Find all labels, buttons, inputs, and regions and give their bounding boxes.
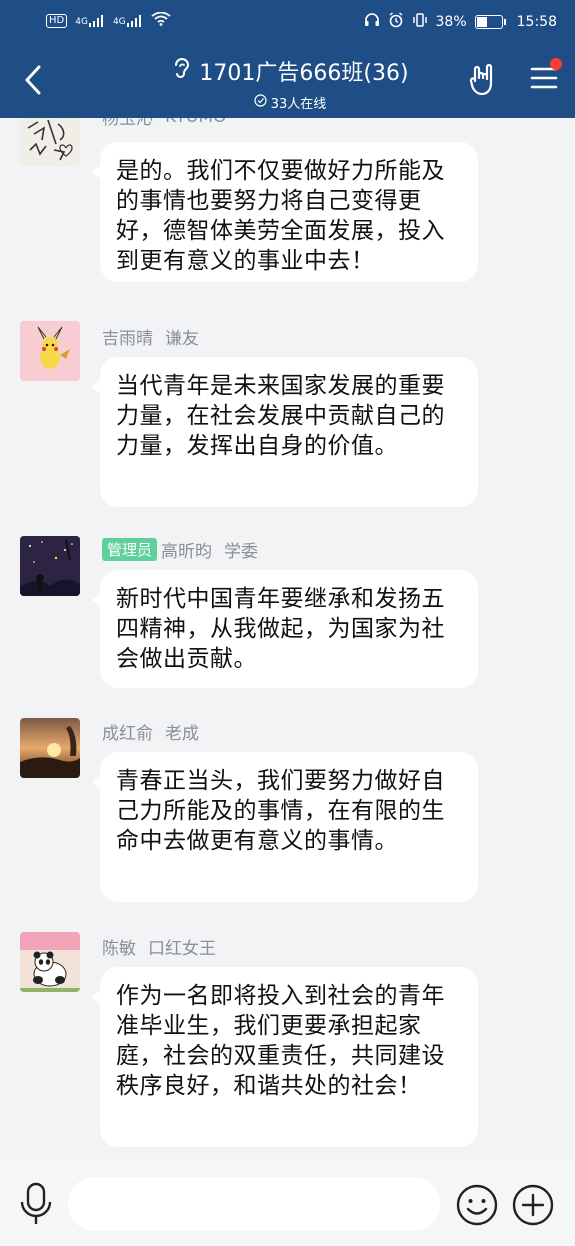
message-bubble[interactable]: 当代青年是未来国家发展的重要力量，在社会发展中贡献自己的力量，发挥出自身的价值。: [92, 357, 478, 507]
signal-icon-1: 4G: [75, 15, 105, 27]
smiley-icon: [456, 1184, 498, 1226]
admin-badge: 管理员: [102, 538, 158, 561]
emoji-button[interactable]: [456, 1184, 498, 1226]
message-text: 是的。我们不仅要做好力所能及的事情也要努力将自己变得更好，德智体美劳全面发展，投…: [116, 158, 445, 274]
sender-nickname: 口红女王: [148, 939, 216, 959]
sender-nickname: 谦友: [165, 329, 199, 349]
message-bubble[interactable]: 青春正当头，我们要努力做好自己力所能及的事情，在有限的生命中去做更有意义的事情。: [92, 752, 478, 902]
back-button[interactable]: [18, 62, 48, 98]
online-check-icon: [254, 94, 267, 111]
message-bubble[interactable]: 新时代中国青年要继承和发扬五四精神，从我做起，为国家为社会做出贡献。: [92, 570, 478, 688]
more-button[interactable]: [512, 1184, 554, 1226]
menu-button[interactable]: [530, 58, 562, 96]
hd-indicator: HD: [46, 14, 68, 28]
sender-name: 吉雨晴: [102, 329, 153, 349]
headphone-icon: [364, 12, 380, 32]
ear-icon: [171, 56, 191, 86]
hand-icon: [469, 63, 493, 96]
avatar[interactable]: [20, 536, 80, 596]
sender-name: 高昕昀: [161, 542, 213, 562]
sender-nickname: 老成: [165, 724, 199, 744]
signal-icon-2: 4G: [113, 15, 143, 27]
back-icon: [25, 65, 41, 95]
status-bar: HD 4G 4G 38% 15:58: [0, 0, 575, 42]
message-text: 作为一名即将投入到社会的青年准毕业生，我们更要承担起家庭，社会的双重责任，共同建…: [116, 983, 445, 1099]
battery-percent: 38%: [435, 14, 467, 30]
microphone-icon: [20, 1182, 52, 1224]
sender-line: 杨玉沁 KYUMO: [102, 118, 226, 129]
voice-button[interactable]: [18, 1182, 54, 1226]
chat-title: 1701广告666班(36): [199, 61, 409, 86]
message-list[interactable]: 杨玉沁 KYUMO 是的。我们不仅要做好力所能及的事情也要努力将自己变得更好，德…: [0, 118, 575, 1158]
message-text: 新时代中国青年要继承和发扬五四精神，从我做起，为国家为社会做出贡献。: [116, 586, 445, 672]
sender-line: 陈敏 口红女王: [102, 934, 216, 959]
alarm-icon: [388, 12, 404, 32]
sender-nickname: KYUMO: [165, 118, 226, 127]
message-input[interactable]: [68, 1177, 440, 1231]
sender-name: 成红俞: [102, 724, 153, 744]
message-text: 青春正当头，我们要努力做好自己力所能及的事情，在有限的生命中去做更有意义的事情。: [116, 768, 445, 854]
sender-name: 陈敏: [102, 939, 136, 959]
chat-header: HD 4G 4G 38% 15:58 1701广告666班(36) 33人在线: [0, 0, 575, 118]
input-bar: [0, 1160, 575, 1246]
message-bubble[interactable]: 是的。我们不仅要做好力所能及的事情也要努力将自己变得更好，德智体美劳全面发展，投…: [92, 142, 478, 282]
sender-line: 吉雨晴 谦友: [102, 324, 199, 349]
message-bubble[interactable]: 作为一名即将投入到社会的青年准毕业生，我们更要承担起家庭，社会的双重责任，共同建…: [92, 967, 478, 1147]
battery-icon: [474, 15, 506, 29]
avatar[interactable]: [20, 321, 80, 381]
sender-line: 成红俞 老成: [102, 719, 199, 744]
sender-line: 管理员 高昕昀 学委: [102, 537, 258, 562]
avatar[interactable]: [20, 718, 80, 778]
plus-icon: [512, 1184, 554, 1226]
chat-title-area[interactable]: 1701广告666班(36) 33人在线: [160, 55, 420, 112]
online-count: 33人在线: [270, 97, 327, 112]
message-text: 当代青年是未来国家发展的重要力量，在社会发展中贡献自己的力量，发挥出自身的价值。: [116, 373, 445, 459]
wifi-icon: [151, 11, 171, 30]
clock: 15:58: [516, 14, 557, 30]
avatar[interactable]: [20, 932, 80, 992]
sender-name: 杨玉沁: [102, 118, 153, 129]
notification-dot: [550, 58, 562, 70]
sender-nickname: 学委: [224, 542, 259, 562]
avatar[interactable]: [20, 118, 80, 166]
vibrate-icon: [412, 12, 428, 32]
gesture-button[interactable]: [468, 63, 500, 97]
